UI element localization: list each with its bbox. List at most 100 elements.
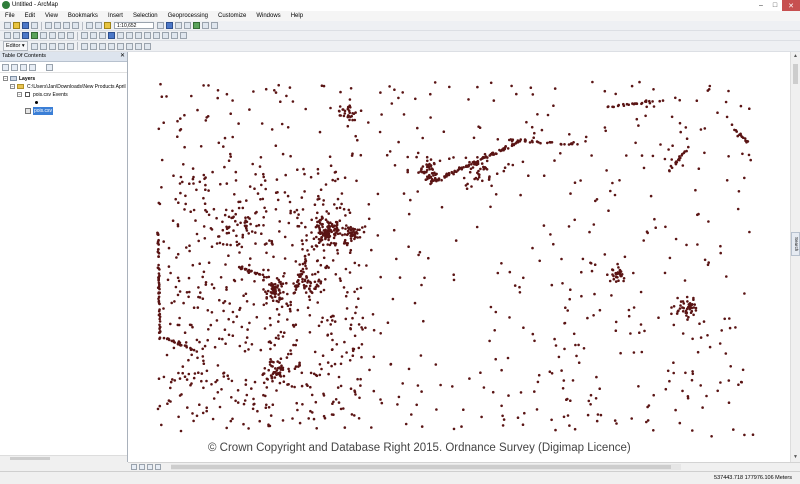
point-feature xyxy=(303,262,307,265)
map-scale-input[interactable]: 1:10,652 xyxy=(114,22,154,29)
data-view-icon[interactable] xyxy=(131,464,137,470)
trace-icon[interactable] xyxy=(57,42,65,50)
map-points-layer[interactable] xyxy=(128,52,790,462)
edit-tool-icon[interactable] xyxy=(30,42,38,50)
toc-events-layer-row[interactable]: − pois.csv Events xyxy=(0,91,127,99)
menu-customize[interactable]: Customize xyxy=(213,11,251,21)
find-route-icon[interactable] xyxy=(153,32,160,39)
reshape-icon[interactable] xyxy=(89,42,97,50)
collapse-icon[interactable]: − xyxy=(10,84,15,89)
scrollbar-thumb[interactable] xyxy=(10,457,50,460)
minimize-button[interactable]: – xyxy=(754,0,768,11)
cut-icon[interactable] xyxy=(45,22,52,29)
hyperlink-icon[interactable] xyxy=(117,32,124,39)
maximize-button[interactable]: □ xyxy=(768,0,782,11)
undo-icon[interactable] xyxy=(86,22,93,29)
edit-vertices-icon[interactable] xyxy=(80,42,88,50)
toc-options-icon[interactable] xyxy=(46,63,53,71)
arctoolbox-icon[interactable] xyxy=(193,22,200,29)
sketch-properties-icon[interactable] xyxy=(134,42,142,50)
map-vertical-scrollbar[interactable]: ▲ ▼ xyxy=(790,52,800,462)
create-viewer-icon[interactable] xyxy=(180,32,187,39)
python-icon[interactable] xyxy=(202,22,209,29)
print-icon[interactable] xyxy=(31,22,38,29)
select-features-icon[interactable] xyxy=(81,32,88,39)
point-icon[interactable] xyxy=(66,42,74,50)
layer-visibility-checkbox[interactable] xyxy=(25,92,30,97)
list-by-selection-icon[interactable] xyxy=(29,63,36,71)
map-view[interactable]: © Crown Copyright and Database Right 201… xyxy=(128,52,790,462)
catalog-icon[interactable] xyxy=(175,22,182,29)
select-elements-icon[interactable] xyxy=(99,32,106,39)
collapse-icon[interactable]: − xyxy=(3,76,8,81)
table-of-contents-icon[interactable] xyxy=(166,22,173,29)
menu-selection[interactable]: Selection xyxy=(128,11,163,21)
point-feature xyxy=(379,398,382,401)
map-horizontal-scrollbar[interactable] xyxy=(171,464,681,470)
refresh-icon[interactable] xyxy=(147,464,153,470)
find-icon[interactable] xyxy=(144,32,151,39)
collapse-icon[interactable]: − xyxy=(17,92,22,97)
attributes-icon[interactable] xyxy=(125,42,133,50)
save-icon[interactable] xyxy=(22,22,29,29)
edit-annotation-icon[interactable] xyxy=(39,42,47,50)
cut-polygons-icon[interactable] xyxy=(98,42,106,50)
go-to-xy-icon[interactable] xyxy=(162,32,169,39)
menu-help[interactable]: Help xyxy=(286,11,308,21)
search-window-icon[interactable] xyxy=(184,22,191,29)
delete-icon[interactable] xyxy=(72,22,79,29)
new-map-icon[interactable] xyxy=(4,22,11,29)
forward-extent-icon[interactable] xyxy=(67,32,74,39)
toc-horizontal-scrollbar[interactable] xyxy=(0,455,127,462)
full-extent-icon[interactable] xyxy=(31,32,38,39)
split-icon[interactable] xyxy=(107,42,115,50)
modelbuilder-icon[interactable] xyxy=(211,22,218,29)
paste-icon[interactable] xyxy=(63,22,70,29)
measure-icon[interactable] xyxy=(135,32,142,39)
menu-windows[interactable]: Windows xyxy=(251,11,285,21)
toc-folder-row[interactable]: − C:\Users\Jan\Downloads\New Products Ap… xyxy=(0,83,127,91)
point-feature xyxy=(172,174,175,177)
identify-icon[interactable] xyxy=(108,32,115,39)
pause-drawing-icon[interactable] xyxy=(155,464,161,470)
open-icon[interactable] xyxy=(13,22,20,29)
scrollbar-thumb[interactable] xyxy=(171,465,671,469)
point-feature xyxy=(308,287,311,290)
scrollbar-thumb[interactable] xyxy=(793,64,798,84)
editor-menu-button[interactable]: Editor ▾ xyxy=(3,41,28,51)
toc-layers-row[interactable]: − Layers xyxy=(0,75,127,83)
menu-file[interactable]: File xyxy=(0,11,20,21)
toc-close-icon[interactable]: ✕ xyxy=(120,52,125,61)
layout-view-icon[interactable] xyxy=(139,464,145,470)
search-side-tab[interactable]: Search xyxy=(791,232,800,256)
list-by-source-icon[interactable] xyxy=(11,63,18,71)
add-data-icon[interactable] xyxy=(104,22,111,29)
rotate-icon[interactable] xyxy=(116,42,124,50)
fixed-zoom-out-icon[interactable] xyxy=(49,32,56,39)
fixed-zoom-in-icon[interactable] xyxy=(40,32,47,39)
clear-selection-icon[interactable] xyxy=(90,32,97,39)
zoom-in-icon[interactable] xyxy=(4,32,11,39)
table-label[interactable]: pois.csv xyxy=(33,107,54,115)
menu-geoprocessing[interactable]: Geoprocessing xyxy=(163,11,213,21)
toc-table-row[interactable]: pois.csv xyxy=(0,107,127,115)
back-extent-icon[interactable] xyxy=(58,32,65,39)
menu-edit[interactable]: Edit xyxy=(20,11,40,21)
list-by-drawing-order-icon[interactable] xyxy=(2,63,9,71)
close-button[interactable]: ✕ xyxy=(782,0,800,11)
create-features-icon[interactable] xyxy=(143,42,151,50)
editor-toolbar-icon[interactable] xyxy=(157,22,164,29)
list-by-visibility-icon[interactable] xyxy=(20,63,27,71)
scroll-down-icon[interactable]: ▼ xyxy=(792,454,799,461)
time-slider-icon[interactable] xyxy=(171,32,178,39)
redo-icon[interactable] xyxy=(95,22,102,29)
pan-icon[interactable] xyxy=(22,32,29,39)
menu-bookmarks[interactable]: Bookmarks xyxy=(63,11,103,21)
scroll-up-icon[interactable]: ▲ xyxy=(792,53,799,60)
menu-insert[interactable]: Insert xyxy=(103,11,128,21)
straight-segment-icon[interactable] xyxy=(48,42,56,50)
copy-icon[interactable] xyxy=(54,22,61,29)
menu-view[interactable]: View xyxy=(40,11,63,21)
zoom-out-icon[interactable] xyxy=(13,32,20,39)
html-popup-icon[interactable] xyxy=(126,32,133,39)
